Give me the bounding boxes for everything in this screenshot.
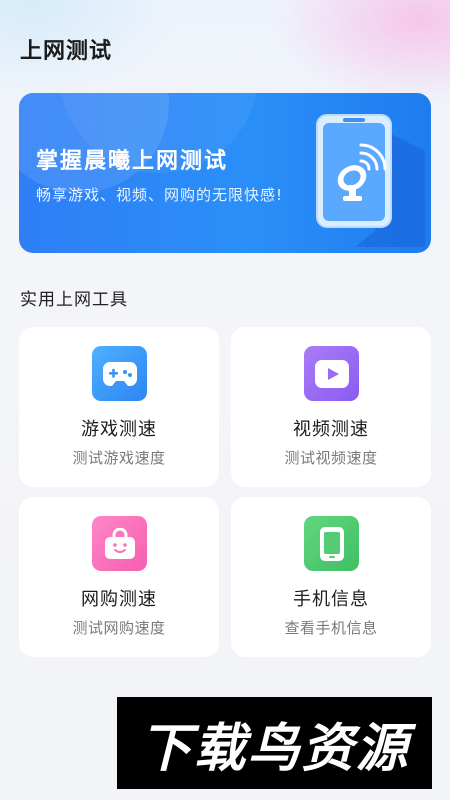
card-subtitle: 测试网购速度 <box>72 619 166 637</box>
shopping-bag-icon <box>104 527 135 559</box>
card-title: 视频测速 <box>293 419 369 440</box>
card-subtitle: 测试视频速度 <box>284 449 378 467</box>
phone-info-card[interactable]: 手机信息 查看手机信息 <box>231 497 431 657</box>
shopping-bag-icon-tile <box>92 516 147 571</box>
banner-title: 掌握晨曦上网测试 <box>36 149 229 174</box>
card-subtitle: 测试游戏速度 <box>72 449 166 467</box>
section-title: 实用上网工具 <box>20 290 128 310</box>
phone-icon <box>319 526 344 561</box>
gamepad-icon <box>102 361 137 386</box>
gamepad-icon-tile <box>92 346 147 401</box>
watermark-text: 下载鸟资源 <box>139 718 410 779</box>
phone-satellite-dish-icon <box>316 114 425 247</box>
video-play-icon <box>314 359 349 388</box>
page-title: 上网测试 <box>20 39 113 64</box>
video-speed-test-card[interactable]: 视频测速 测试视频速度 <box>231 327 431 487</box>
card-title: 游戏测速 <box>81 419 157 440</box>
game-speed-test-card[interactable]: 游戏测速 测试游戏速度 <box>19 327 219 487</box>
card-title: 网购测速 <box>81 589 157 610</box>
card-title: 手机信息 <box>293 589 369 610</box>
watermark: 下载鸟资源 <box>117 697 432 789</box>
video-icon-tile <box>304 346 359 401</box>
phone-icon-tile <box>304 516 359 571</box>
banner-subtitle: 畅享游戏、视频、网购的无限快感! <box>36 186 284 204</box>
promo-banner[interactable]: 掌握晨曦上网测试 畅享游戏、视频、网购的无限快感! <box>19 93 431 253</box>
app-screen: 上网测试 掌握晨曦上网测试 畅享游戏、视频、网购的无限快感! 实用上网工具 游戏… <box>0 0 450 800</box>
shopping-speed-test-card[interactable]: 网购测速 测试网购速度 <box>19 497 219 657</box>
card-subtitle: 查看手机信息 <box>284 619 378 637</box>
